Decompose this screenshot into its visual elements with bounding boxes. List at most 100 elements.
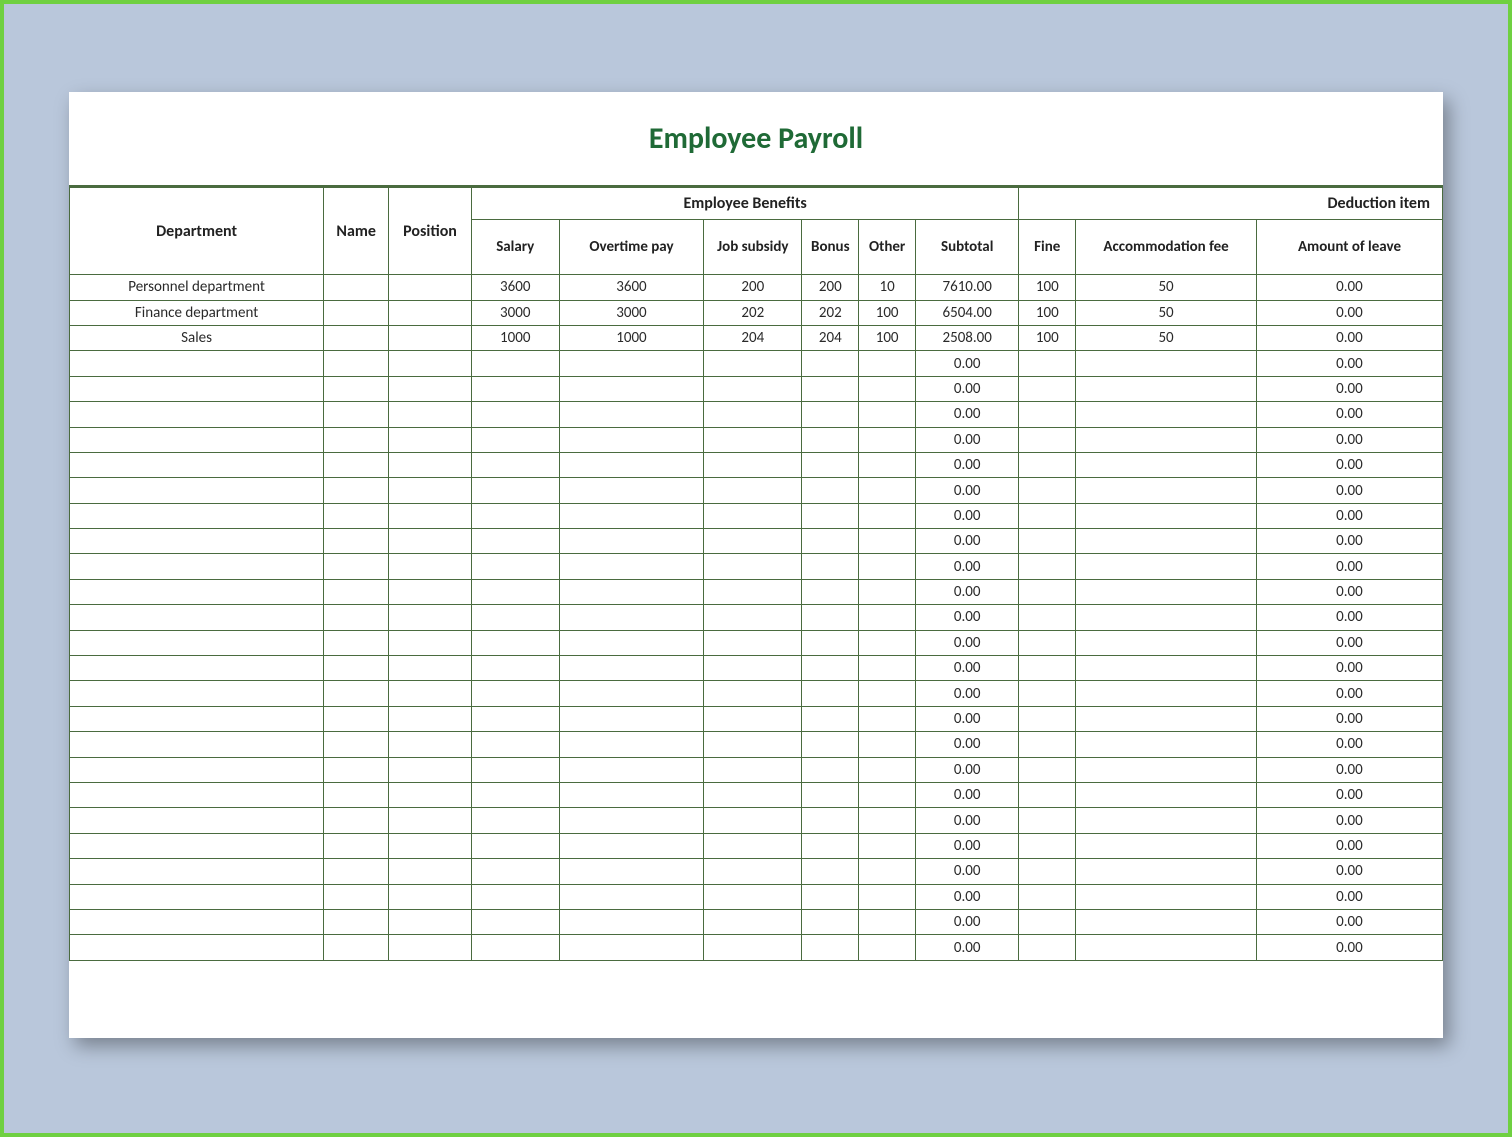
cell-job_subsidy[interactable]: [704, 605, 802, 630]
cell-bonus[interactable]: [802, 732, 859, 757]
cell-position[interactable]: [389, 478, 472, 503]
cell-fine[interactable]: [1019, 605, 1076, 630]
cell-bonus[interactable]: [802, 909, 859, 934]
cell-overtime[interactable]: [559, 732, 704, 757]
cell-fine[interactable]: [1019, 732, 1076, 757]
cell-leave[interactable]: 0.00: [1256, 656, 1442, 681]
cell-accommodation[interactable]: [1076, 503, 1257, 528]
cell-salary[interactable]: [471, 630, 559, 655]
cell-overtime[interactable]: [559, 376, 704, 401]
cell-salary[interactable]: [471, 757, 559, 782]
cell-name[interactable]: [324, 732, 389, 757]
cell-fine[interactable]: 100: [1019, 275, 1076, 300]
cell-subtotal[interactable]: 0.00: [916, 935, 1019, 960]
cell-leave[interactable]: 0.00: [1256, 300, 1442, 325]
cell-job_subsidy[interactable]: [704, 427, 802, 452]
col-overtime[interactable]: Overtime pay: [559, 220, 704, 275]
cell-fine[interactable]: [1019, 935, 1076, 960]
cell-other[interactable]: [859, 554, 916, 579]
cell-salary[interactable]: [471, 579, 559, 604]
cell-name[interactable]: [324, 503, 389, 528]
cell-bonus[interactable]: [802, 452, 859, 477]
cell-subtotal[interactable]: 0.00: [916, 579, 1019, 604]
cell-job_subsidy[interactable]: [704, 859, 802, 884]
cell-accommodation[interactable]: [1076, 554, 1257, 579]
cell-name[interactable]: [324, 402, 389, 427]
cell-name[interactable]: [324, 275, 389, 300]
cell-fine[interactable]: [1019, 529, 1076, 554]
cell-salary[interactable]: 3600: [471, 275, 559, 300]
cell-overtime[interactable]: [559, 706, 704, 731]
cell-bonus[interactable]: [802, 503, 859, 528]
cell-job_subsidy[interactable]: 200: [704, 275, 802, 300]
cell-subtotal[interactable]: 0.00: [916, 681, 1019, 706]
cell-leave[interactable]: 0.00: [1256, 884, 1442, 909]
cell-department[interactable]: [70, 706, 324, 731]
cell-salary[interactable]: [471, 503, 559, 528]
cell-bonus[interactable]: [802, 757, 859, 782]
cell-subtotal[interactable]: 0.00: [916, 529, 1019, 554]
cell-position[interactable]: [389, 630, 472, 655]
cell-name[interactable]: [324, 478, 389, 503]
cell-department[interactable]: [70, 909, 324, 934]
cell-overtime[interactable]: [559, 478, 704, 503]
cell-overtime[interactable]: [559, 909, 704, 934]
cell-bonus[interactable]: 200: [802, 275, 859, 300]
cell-accommodation[interactable]: [1076, 452, 1257, 477]
cell-salary[interactable]: 3000: [471, 300, 559, 325]
cell-salary[interactable]: [471, 808, 559, 833]
cell-position[interactable]: [389, 402, 472, 427]
cell-job_subsidy[interactable]: [704, 935, 802, 960]
cell-accommodation[interactable]: 50: [1076, 275, 1257, 300]
cell-salary[interactable]: [471, 478, 559, 503]
cell-fine[interactable]: [1019, 452, 1076, 477]
cell-accommodation[interactable]: [1076, 656, 1257, 681]
cell-bonus[interactable]: [802, 427, 859, 452]
cell-accommodation[interactable]: [1076, 706, 1257, 731]
cell-salary[interactable]: [471, 656, 559, 681]
cell-name[interactable]: [324, 427, 389, 452]
cell-job_subsidy[interactable]: [704, 656, 802, 681]
cell-fine[interactable]: [1019, 656, 1076, 681]
cell-department[interactable]: [70, 656, 324, 681]
cell-job_subsidy[interactable]: [704, 478, 802, 503]
cell-bonus[interactable]: 204: [802, 325, 859, 350]
cell-subtotal[interactable]: 0.00: [916, 808, 1019, 833]
cell-job_subsidy[interactable]: 202: [704, 300, 802, 325]
cell-subtotal[interactable]: 0.00: [916, 706, 1019, 731]
col-other[interactable]: Other: [859, 220, 916, 275]
cell-job_subsidy[interactable]: [704, 452, 802, 477]
col-department[interactable]: Department: [70, 188, 324, 275]
cell-leave[interactable]: 0.00: [1256, 833, 1442, 858]
cell-salary[interactable]: [471, 783, 559, 808]
cell-position[interactable]: [389, 884, 472, 909]
cell-department[interactable]: Finance department: [70, 300, 324, 325]
cell-leave[interactable]: 0.00: [1256, 732, 1442, 757]
cell-department[interactable]: [70, 427, 324, 452]
cell-salary[interactable]: [471, 833, 559, 858]
cell-leave[interactable]: 0.00: [1256, 909, 1442, 934]
cell-overtime[interactable]: [559, 605, 704, 630]
cell-salary[interactable]: [471, 402, 559, 427]
cell-department[interactable]: [70, 402, 324, 427]
cell-department[interactable]: [70, 503, 324, 528]
cell-job_subsidy[interactable]: [704, 808, 802, 833]
cell-other[interactable]: [859, 935, 916, 960]
cell-overtime[interactable]: [559, 757, 704, 782]
cell-leave[interactable]: 0.00: [1256, 325, 1442, 350]
cell-name[interactable]: [324, 300, 389, 325]
cell-leave[interactable]: 0.00: [1256, 859, 1442, 884]
cell-leave[interactable]: 0.00: [1256, 605, 1442, 630]
cell-overtime[interactable]: [559, 554, 704, 579]
cell-job_subsidy[interactable]: [704, 884, 802, 909]
cell-leave[interactable]: 0.00: [1256, 275, 1442, 300]
cell-other[interactable]: [859, 376, 916, 401]
cell-leave[interactable]: 0.00: [1256, 935, 1442, 960]
cell-name[interactable]: [324, 833, 389, 858]
cell-subtotal[interactable]: 0.00: [916, 351, 1019, 376]
cell-other[interactable]: [859, 808, 916, 833]
cell-other[interactable]: [859, 884, 916, 909]
cell-position[interactable]: [389, 605, 472, 630]
cell-accommodation[interactable]: [1076, 783, 1257, 808]
cell-salary[interactable]: [471, 884, 559, 909]
